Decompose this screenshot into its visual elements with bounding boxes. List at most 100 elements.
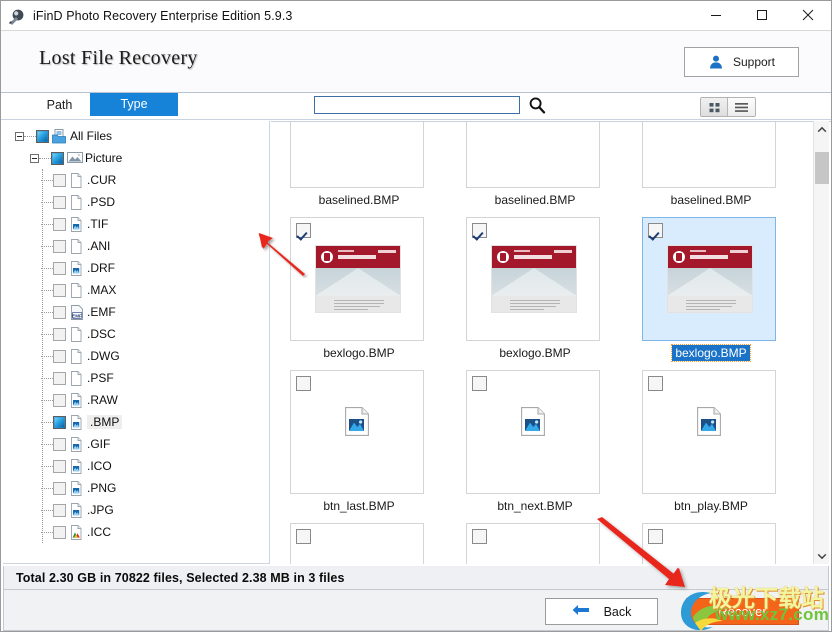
svg-text:EMF: EMF	[72, 313, 82, 318]
file-cell[interactable]: btn_last.BMP	[282, 360, 436, 513]
list-view-icon[interactable]	[728, 98, 755, 116]
splash-header-bar	[316, 246, 400, 268]
tree-checkbox-all-files[interactable]	[36, 129, 49, 143]
tree-checkbox-picture[interactable]	[51, 151, 64, 165]
chevron-up-icon[interactable]	[814, 121, 830, 138]
file-type-tree: All Files Picture .CUR .PSD .TIF .ANI .DRF .M…	[3, 121, 269, 543]
support-button-label: Support	[732, 55, 776, 69]
recover-button[interactable]: Recover	[686, 598, 799, 625]
tree-checkbox-dsc[interactable]	[53, 327, 66, 341]
file-thumbnail[interactable]	[466, 523, 600, 564]
tree-label-tif: .TIF	[87, 217, 109, 231]
tree-checkbox-psd[interactable]	[53, 195, 66, 209]
tree-checkbox-jpg[interactable]	[53, 503, 66, 517]
tree-checkbox-emf[interactable]	[53, 305, 66, 319]
collapse-toggle-picture[interactable]	[30, 153, 39, 163]
file-thumbnail[interactable]	[466, 122, 600, 188]
image-file-icon	[69, 502, 83, 518]
file-select-checkbox[interactable]	[472, 376, 487, 391]
file-select-checkbox[interactable]	[296, 529, 311, 544]
tree-node-picture[interactable]: Picture	[3, 147, 269, 169]
file-cell[interactable]: btn_next.BMP	[458, 360, 612, 513]
tree-checkbox-ani[interactable]	[53, 239, 66, 253]
file-select-checkbox[interactable]	[296, 223, 311, 238]
tree-checkbox-raw[interactable]	[53, 393, 66, 407]
tab-path[interactable]: Path	[32, 95, 87, 116]
vertical-scrollbar[interactable]	[813, 121, 829, 564]
tree-checkbox-max[interactable]	[53, 283, 66, 297]
maximize-button[interactable]	[739, 1, 785, 30]
file-select-checkbox[interactable]	[472, 529, 487, 544]
files-icon	[52, 128, 66, 144]
file-thumbnail[interactable]	[642, 217, 776, 341]
file-cell[interactable]: baselined.BMP	[634, 122, 788, 207]
grid-view-icon[interactable]	[701, 98, 729, 116]
file-thumbnail[interactable]	[642, 523, 776, 564]
file-thumbnail[interactable]	[466, 370, 600, 494]
chevron-down-icon[interactable]	[814, 547, 830, 564]
file-select-checkbox[interactable]	[296, 376, 311, 391]
file-thumbnail[interactable]	[642, 122, 776, 188]
file-thumbnail[interactable]	[642, 370, 776, 494]
tree-checkbox-cur[interactable]	[53, 173, 66, 187]
tree-checkbox-tif[interactable]	[53, 217, 66, 231]
tree-checkbox-icc[interactable]	[53, 525, 66, 539]
back-button[interactable]: Back	[545, 598, 658, 625]
blank-file-icon	[69, 348, 83, 364]
file-cell[interactable]: bexlogo.BMP	[634, 207, 788, 362]
search-icon[interactable]	[528, 96, 546, 114]
tree-label-cur: .CUR	[87, 173, 117, 187]
tree-label-dsc: .DSC	[87, 327, 116, 341]
file-cell[interactable]: bexlogo.BMP	[282, 207, 436, 360]
file-thumbnail[interactable]	[290, 217, 424, 341]
image-file-icon	[69, 260, 83, 276]
tab-type[interactable]: Type	[90, 93, 178, 116]
tree-label-ani: .ANI	[87, 239, 111, 253]
tree-items-container: .CUR .PSD .TIF .ANI .DRF .MAX EMF .EMF .DSC .DWG.…	[3, 169, 269, 543]
search-input[interactable]	[315, 99, 519, 115]
tree-checkbox-gif[interactable]	[53, 437, 66, 451]
file-cell[interactable]: baselined.BMP	[282, 122, 436, 207]
close-button[interactable]	[785, 1, 831, 30]
file-select-checkbox[interactable]	[472, 223, 487, 238]
window-title: iFinD Photo Recovery Enterprise Edition …	[33, 8, 293, 23]
emf-file-icon: EMF	[69, 304, 83, 320]
file-grid-row	[271, 513, 801, 564]
file-thumbnail[interactable]	[290, 370, 424, 494]
tree-checkbox-psf[interactable]	[53, 371, 66, 385]
window-controls	[693, 1, 831, 31]
file-cell[interactable]: bexlogo.BMP	[458, 207, 612, 360]
file-cell[interactable]	[282, 513, 436, 564]
file-cell[interactable]	[458, 513, 612, 564]
tree-checkbox-dwg[interactable]	[53, 349, 66, 363]
file-thumbnail[interactable]	[466, 217, 600, 341]
status-text: Total 2.30 GB in 70822 files, Selected 2…	[16, 570, 345, 585]
tree-label-dwg: .DWG	[87, 349, 120, 363]
file-select-checkbox[interactable]	[648, 223, 663, 238]
tree-label-png: .PNG	[87, 481, 117, 495]
tree-checkbox-drf[interactable]	[53, 261, 66, 275]
minimize-button[interactable]	[693, 1, 739, 30]
file-cell[interactable]: btn_play.BMP	[634, 360, 788, 513]
file-type-tree-panel[interactable]: All Files Picture .CUR .PSD .TIF .ANI .DRF .M…	[3, 121, 270, 564]
file-select-checkbox[interactable]	[648, 529, 663, 544]
scrollbar-thumb[interactable]	[815, 152, 829, 184]
search-box[interactable]	[314, 96, 520, 115]
image-file-icon	[69, 480, 83, 496]
file-cell[interactable]	[634, 513, 788, 564]
file-cell[interactable]: baselined.BMP	[458, 122, 612, 207]
tree-checkbox-png[interactable]	[53, 481, 66, 495]
tree-node-all-files[interactable]: All Files	[3, 125, 269, 147]
splash-header-bar	[668, 246, 752, 268]
tree-checkbox-bmp[interactable]	[53, 415, 66, 429]
file-select-checkbox[interactable]	[648, 376, 663, 391]
support-button[interactable]: Support	[684, 47, 799, 77]
collapse-toggle-all-files[interactable]	[15, 131, 24, 141]
file-thumbnail[interactable]	[290, 523, 424, 564]
tree-checkbox-ico[interactable]	[53, 459, 66, 473]
file-grid: baselined.BMP baselined.BMP baselined.BMP b…	[271, 122, 801, 564]
file-thumbnail[interactable]	[290, 122, 424, 188]
blank-file-icon	[69, 370, 83, 386]
file-grid-panel[interactable]: baselined.BMP baselined.BMP baselined.BMP b…	[271, 121, 831, 564]
splash-legal-text	[668, 296, 752, 312]
